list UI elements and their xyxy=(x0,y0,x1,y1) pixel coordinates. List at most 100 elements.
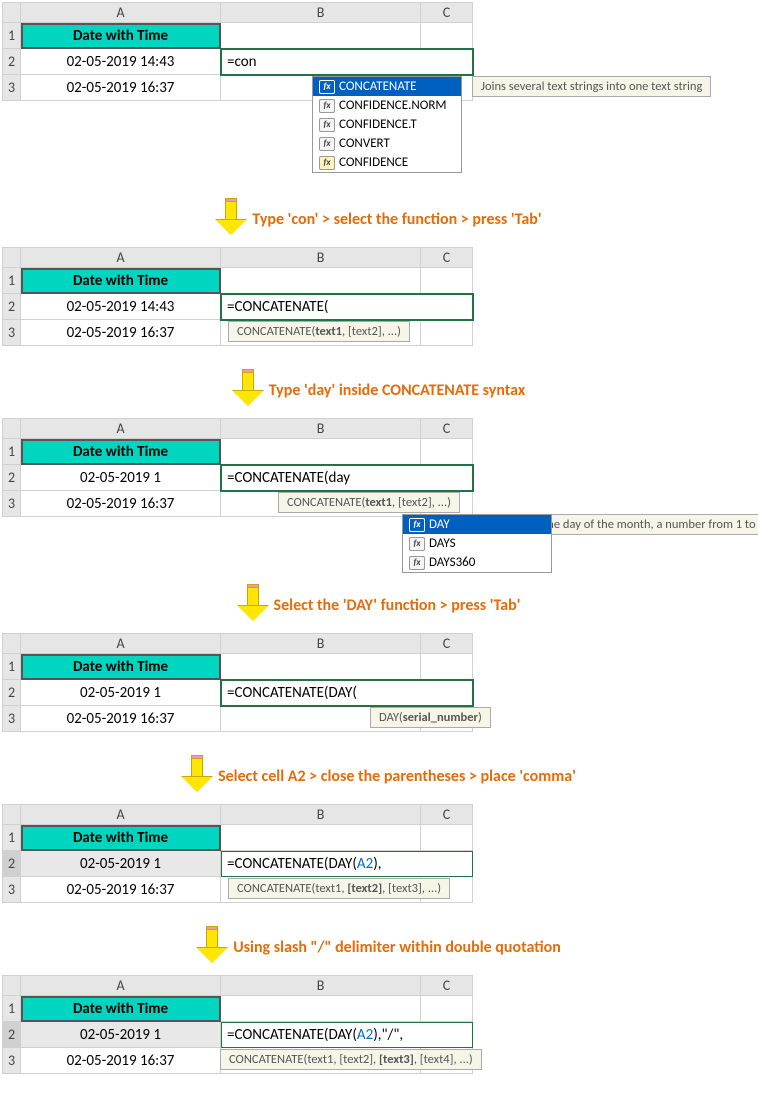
cell-c1[interactable] xyxy=(421,825,473,851)
cell-b2-formula[interactable]: =con xyxy=(221,49,473,75)
cell-b2-formula[interactable]: =CONCATENATE(DAY( xyxy=(221,680,473,706)
col-header-b[interactable]: B xyxy=(221,634,421,654)
row-header-3[interactable]: 3 xyxy=(3,706,21,732)
cell-a1[interactable]: Date with Time xyxy=(21,268,221,294)
autocomplete-item-label: DAYS xyxy=(429,536,456,551)
autocomplete-item[interactable]: fxDAYS360 xyxy=(403,553,551,572)
row-header-2[interactable]: 2 xyxy=(3,49,21,75)
col-header-b[interactable]: B xyxy=(221,419,421,439)
row-header-2[interactable]: 2 xyxy=(3,680,21,706)
row-header-3[interactable]: 3 xyxy=(3,491,21,517)
row-header-2[interactable]: 2 xyxy=(3,1022,21,1048)
cell-a3[interactable]: 02-05-2019 16:37 xyxy=(21,877,221,903)
cell-b2-formula[interactable]: =CONCATENATE(DAY(A2), xyxy=(221,851,473,877)
autocomplete-item[interactable]: fxCONFIDENCE.T xyxy=(313,115,461,134)
col-header-c[interactable]: C xyxy=(421,634,473,654)
cell-c1[interactable] xyxy=(421,654,473,680)
col-header-b[interactable]: B xyxy=(221,976,421,996)
row-header-1[interactable]: 1 xyxy=(3,654,21,680)
col-header-b[interactable]: B xyxy=(221,3,421,23)
cell-c1[interactable] xyxy=(421,996,473,1022)
cell-c1[interactable] xyxy=(421,23,473,49)
row-header-1[interactable]: 1 xyxy=(3,825,21,851)
select-all-corner[interactable] xyxy=(3,634,21,654)
autocomplete-item-label: DAYS360 xyxy=(429,555,475,570)
row-header-2[interactable]: 2 xyxy=(3,294,21,320)
select-all-corner[interactable] xyxy=(3,3,21,23)
function-syntax-tip: CONCATENATE(text1, [text2], ...) xyxy=(278,492,460,513)
autocomplete-item[interactable]: fxDAYS xyxy=(403,534,551,553)
function-autocomplete-list[interactable]: fxCONCATENATEfxCONFIDENCE.NORMfxCONFIDEN… xyxy=(312,76,462,173)
cell-b1[interactable] xyxy=(221,439,421,465)
row-header-3[interactable]: 3 xyxy=(3,877,21,903)
cell-a2[interactable]: 02-05-2019 1 xyxy=(21,1022,221,1048)
col-header-c[interactable]: C xyxy=(421,248,473,268)
cell-c1[interactable] xyxy=(421,439,473,465)
row-header-1[interactable]: 1 xyxy=(3,439,21,465)
select-all-corner[interactable] xyxy=(3,248,21,268)
function-autocomplete-list[interactable]: fxDAYfxDAYSfxDAYS360 xyxy=(402,514,552,573)
row-header-3[interactable]: 3 xyxy=(3,75,21,101)
col-header-c[interactable]: C xyxy=(421,419,473,439)
autocomplete-item-label: DAY xyxy=(429,517,450,532)
col-header-a[interactable]: A xyxy=(21,3,221,23)
row-header-1[interactable]: 1 xyxy=(3,996,21,1022)
cell-a1[interactable]: Date with Time xyxy=(21,23,221,49)
col-header-c[interactable]: C xyxy=(421,3,473,23)
cell-a2[interactable]: 02-05-2019 14:43 xyxy=(21,49,221,75)
col-header-a[interactable]: A xyxy=(21,634,221,654)
col-header-a[interactable]: A xyxy=(21,419,221,439)
cell-a1[interactable]: Date with Time xyxy=(21,825,221,851)
autocomplete-item[interactable]: fxCONCATENATE xyxy=(313,77,461,96)
cell-a3[interactable]: 02-05-2019 16:37 xyxy=(21,320,221,346)
cell-a2[interactable]: 02-05-2019 1 xyxy=(21,465,221,491)
cell-a2[interactable]: 02-05-2019 1 xyxy=(21,851,221,877)
step-caption-text: Type 'con' > select the function > press… xyxy=(252,210,541,229)
down-arrow-icon xyxy=(182,758,212,794)
autocomplete-item-label: CONFIDENCE.NORM xyxy=(339,98,447,113)
col-header-c[interactable]: C xyxy=(421,805,473,825)
cell-a1[interactable]: Date with Time xyxy=(21,996,221,1022)
cell-a2[interactable]: 02-05-2019 1 xyxy=(21,680,221,706)
cell-b2-formula[interactable]: =CONCATENATE( xyxy=(221,294,473,320)
row-header-1[interactable]: 1 xyxy=(3,23,21,49)
col-header-a[interactable]: A xyxy=(21,248,221,268)
cell-b1[interactable] xyxy=(221,996,421,1022)
select-all-corner[interactable] xyxy=(3,976,21,996)
cell-b2-formula[interactable]: =CONCATENATE(day xyxy=(221,465,473,491)
row-header-1[interactable]: 1 xyxy=(3,268,21,294)
row-header-3[interactable]: 3 xyxy=(3,320,21,346)
cell-a3[interactable]: 02-05-2019 16:37 xyxy=(21,491,221,517)
row-header-2[interactable]: 2 xyxy=(3,465,21,491)
down-arrow-icon xyxy=(216,201,246,237)
col-header-b[interactable]: B xyxy=(221,248,421,268)
col-header-c[interactable]: C xyxy=(421,976,473,996)
col-header-b[interactable]: B xyxy=(221,805,421,825)
autocomplete-item[interactable]: fxCONFIDENCE.NORM xyxy=(313,96,461,115)
function-icon: fx xyxy=(319,156,335,170)
col-header-a[interactable]: A xyxy=(21,976,221,996)
cell-a3[interactable]: 02-05-2019 16:37 xyxy=(21,1048,221,1074)
cell-c3[interactable] xyxy=(421,320,473,346)
autocomplete-item[interactable]: fxDAY xyxy=(403,515,551,534)
cell-a3[interactable]: 02-05-2019 16:37 xyxy=(21,706,221,732)
select-all-corner[interactable] xyxy=(3,805,21,825)
cell-b1[interactable] xyxy=(221,654,421,680)
cell-b2-formula[interactable]: =CONCATENATE(DAY(A2),"/", xyxy=(221,1022,473,1048)
cell-a2[interactable]: 02-05-2019 14:43 xyxy=(21,294,221,320)
function-syntax-tip: CONCATENATE(text1, [text2], [text3], [te… xyxy=(220,1049,482,1070)
select-all-corner[interactable] xyxy=(3,419,21,439)
cell-a1[interactable]: Date with Time xyxy=(21,439,221,465)
autocomplete-item[interactable]: fxCONFIDENCE xyxy=(313,153,461,172)
row-header-2[interactable]: 2 xyxy=(3,851,21,877)
col-header-a[interactable]: A xyxy=(21,805,221,825)
cell-a3[interactable]: 02-05-2019 16:37 xyxy=(21,75,221,101)
cell-a1[interactable]: Date with Time xyxy=(21,654,221,680)
cell-b1[interactable] xyxy=(221,825,421,851)
cell-b1[interactable] xyxy=(221,23,421,49)
function-icon: fx xyxy=(319,80,335,94)
row-header-3[interactable]: 3 xyxy=(3,1048,21,1074)
autocomplete-item[interactable]: fxCONVERT xyxy=(313,134,461,153)
cell-b1[interactable] xyxy=(221,268,421,294)
cell-c1[interactable] xyxy=(421,268,473,294)
